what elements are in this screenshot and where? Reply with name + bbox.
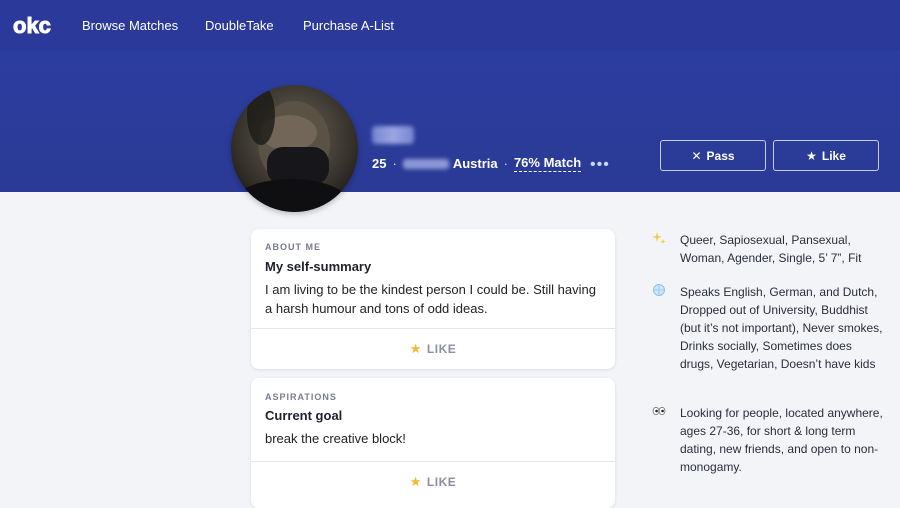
svg-text:okc: okc — [13, 13, 51, 38]
profile-avatar[interactable] — [231, 85, 358, 212]
pass-label: Pass — [706, 148, 735, 163]
details-looking-for-text: Looking for people, located anywhere, ag… — [680, 406, 883, 474]
separator-dot: · — [392, 156, 397, 171]
eyes-icon — [652, 404, 666, 418]
profile-country: Austria — [452, 156, 498, 171]
top-nav: okc Browse Matches DoubleTake Purchase A… — [0, 0, 900, 51]
pass-button[interactable]: ✕ Pass — [660, 140, 766, 171]
card-body: I am living to be the kindest person I c… — [265, 282, 596, 316]
card-divider — [251, 328, 615, 329]
card-title: My self-summary — [265, 259, 372, 274]
card-kicker: ASPIRATIONS — [265, 392, 337, 402]
details-background-text: Speaks English, German, and Dutch, Dropp… — [680, 285, 883, 371]
close-icon: ✕ — [691, 148, 702, 163]
card-kicker: ABOUT ME — [265, 242, 321, 252]
card-like-button[interactable]: ★ LIKE — [251, 474, 615, 490]
city-redacted — [402, 158, 449, 169]
sparkles-icon — [652, 231, 666, 245]
card-divider — [251, 461, 615, 462]
star-icon: ★ — [409, 341, 422, 356]
essay-card-aspirations: ASPIRATIONS Current goal break the creat… — [251, 378, 615, 508]
card-title: Current goal — [265, 408, 343, 423]
username-redacted — [372, 126, 414, 144]
nav-doubletake[interactable]: DoubleTake — [205, 18, 274, 33]
nav-browse-matches[interactable]: Browse Matches — [82, 18, 178, 33]
details-identity-text: Queer, Sapiosexual, Pansexual, Woman, Ag… — [680, 233, 862, 265]
card-like-label: LIKE — [426, 475, 457, 489]
separator-dot: · — [503, 156, 508, 171]
nav-purchase-alist[interactable]: Purchase A-List — [303, 18, 394, 33]
match-percentage[interactable]: 76% Match — [513, 155, 582, 172]
card-like-button[interactable]: ★ LIKE — [251, 341, 615, 357]
star-icon: ★ — [806, 148, 817, 163]
card-body: break the creative block! — [265, 431, 406, 446]
like-button[interactable]: ★ Like — [773, 140, 879, 171]
profile-age: 25 — [372, 156, 387, 171]
like-label: Like — [821, 148, 846, 163]
essay-card-about-me: ABOUT ME My self-summary I am living to … — [251, 229, 615, 369]
profile-meta: 25 · Austria · 76% Match — [372, 155, 582, 172]
globe-icon — [652, 283, 666, 297]
okc-logo[interactable]: okc — [12, 12, 58, 39]
card-like-label: LIKE — [426, 342, 457, 356]
more-options-icon[interactable]: ••• — [590, 156, 610, 174]
star-icon: ★ — [409, 474, 422, 489]
